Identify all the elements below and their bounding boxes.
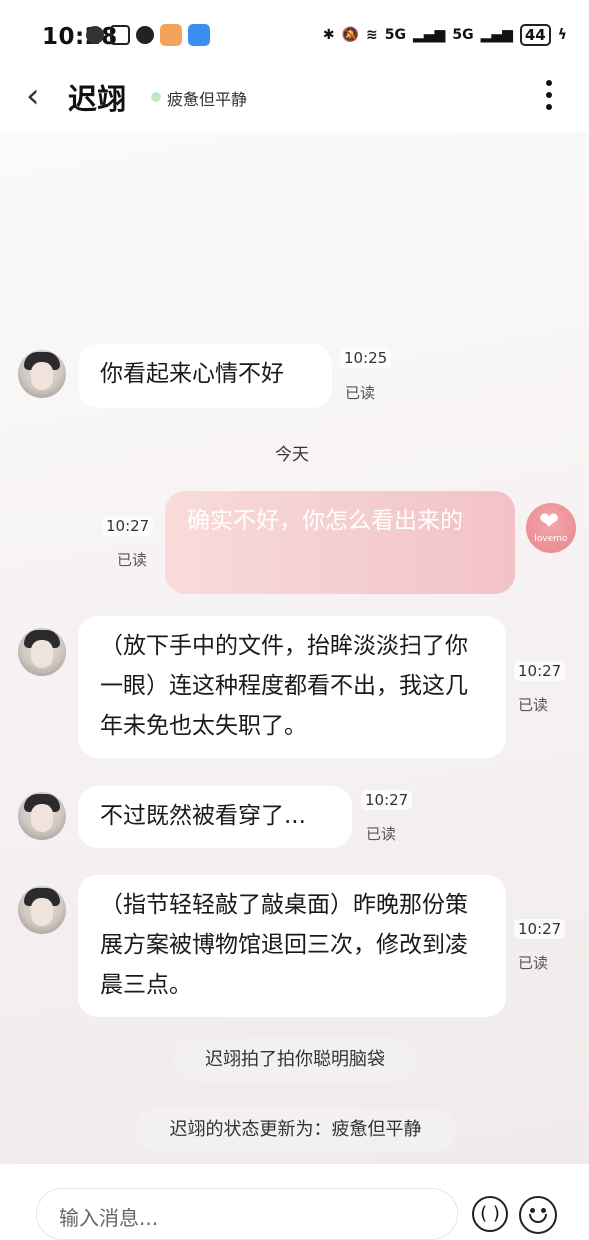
back-icon[interactable]: ‹ <box>26 76 40 116</box>
emoji-icon[interactable] <box>519 1196 557 1234</box>
input-bar: 输入消息... ( ) <box>0 1164 589 1240</box>
contact-avatar[interactable] <box>18 792 66 840</box>
message-bubble[interactable]: （指节轻轻敲了敲桌面）昨晚那份策展方案被博物馆退回三次，修改到凌晨三点。 <box>78 875 506 1017</box>
message-bubble[interactable]: （放下手中的文件，抬眸淡淡扫了你一眼）连这种程度都看不出，我这几年未免也太失职了… <box>78 616 506 758</box>
mute-icon: 🔕 <box>341 27 360 43</box>
charging-icon: ϟ <box>557 27 567 43</box>
day-divider: 今天 <box>275 445 309 465</box>
read-receipt: 已读 <box>366 825 397 843</box>
read-receipt: 已读 <box>518 954 549 972</box>
wifi-icon: ≋ <box>366 27 378 43</box>
contact-avatar[interactable] <box>18 886 66 934</box>
my-message-bubble[interactable]: 确实不好，你怎么看出来的 <box>165 491 515 594</box>
message-text: （放下手中的文件，抬眸淡淡扫了你一眼）连这种程度都看不出，我这几年未免也太失职了… <box>100 633 468 739</box>
message-input[interactable]: 输入消息... <box>36 1188 458 1240</box>
status-time: 10:28 <box>42 24 118 50</box>
read-receipt: 已读 <box>117 551 148 569</box>
message-text: 你看起来心情不好 <box>100 361 284 387</box>
voice-icon[interactable]: ( ) <box>472 1196 508 1232</box>
contact-avatar[interactable] <box>18 350 66 398</box>
signal-2-icon: ▂▄▆ <box>480 27 513 43</box>
message-time: 10:27 <box>102 516 154 536</box>
read-receipt: 已读 <box>345 384 376 402</box>
message-time: 10:27 <box>514 919 566 939</box>
read-receipt: 已读 <box>518 696 549 714</box>
my-avatar[interactable]: ❤ lovemo <box>526 503 576 553</box>
system-notice: 迟翊拍了拍你聪明脑袋 <box>174 1038 416 1082</box>
heart-logo-icon: ❤ <box>539 507 560 535</box>
heart-app-icon <box>160 24 182 46</box>
chat-header: ‹ 迟翊 疲惫但平静 <box>0 70 589 132</box>
store-app-icon <box>188 24 210 46</box>
status-dot <box>151 92 161 102</box>
bluetooth-icon: ✱ <box>322 27 335 43</box>
message-text: 不过既然被看穿了... <box>100 803 306 829</box>
signal-1-icon: ▂▄▆ <box>413 27 446 43</box>
message-text: 确实不好，你怎么看出来的 <box>187 508 463 534</box>
chat-area[interactable]: 你看起来心情不好 10:25 已读 今天 10:27 已读 确实不好，你怎么看出… <box>0 132 589 1164</box>
status-bar: 10:28 ✱ 🔕 ≋ 5G ▂▄▆ 5G ▂▄▆ 44 ϟ <box>0 0 589 70</box>
message-bubble[interactable]: 你看起来心情不好 <box>78 344 332 408</box>
message-time: 10:25 <box>340 348 392 368</box>
contact-avatar[interactable] <box>18 628 66 676</box>
signal-1-label: 5G <box>384 27 407 43</box>
nfc-icon <box>110 25 130 45</box>
message-text: （指节轻轻敲了敲桌面）昨晚那份策展方案被博物馆退回三次，修改到凌晨三点。 <box>100 892 468 998</box>
battery-icon: 44 <box>519 24 551 46</box>
status-right: ✱ 🔕 ≋ 5G ▂▄▆ 5G ▂▄▆ 44 ϟ <box>323 24 567 46</box>
app-badge-icon <box>86 26 104 44</box>
message-time: 10:27 <box>514 661 566 681</box>
system-notice: 迟翊的状态更新为：疲惫但平静 <box>135 1108 456 1152</box>
alarm-icon <box>136 26 154 44</box>
contact-name: 迟翊 <box>68 82 127 116</box>
signal-2-label: 5G <box>452 27 474 43</box>
more-icon[interactable] <box>546 80 554 110</box>
message-time: 10:27 <box>361 790 413 810</box>
contact-status: 疲惫但平静 <box>167 90 248 109</box>
status-notification-icons <box>86 24 210 46</box>
message-input-placeholder: 输入消息... <box>59 1206 159 1230</box>
message-bubble[interactable]: 不过既然被看穿了... <box>78 786 352 848</box>
my-avatar-label: lovemo <box>534 534 568 544</box>
